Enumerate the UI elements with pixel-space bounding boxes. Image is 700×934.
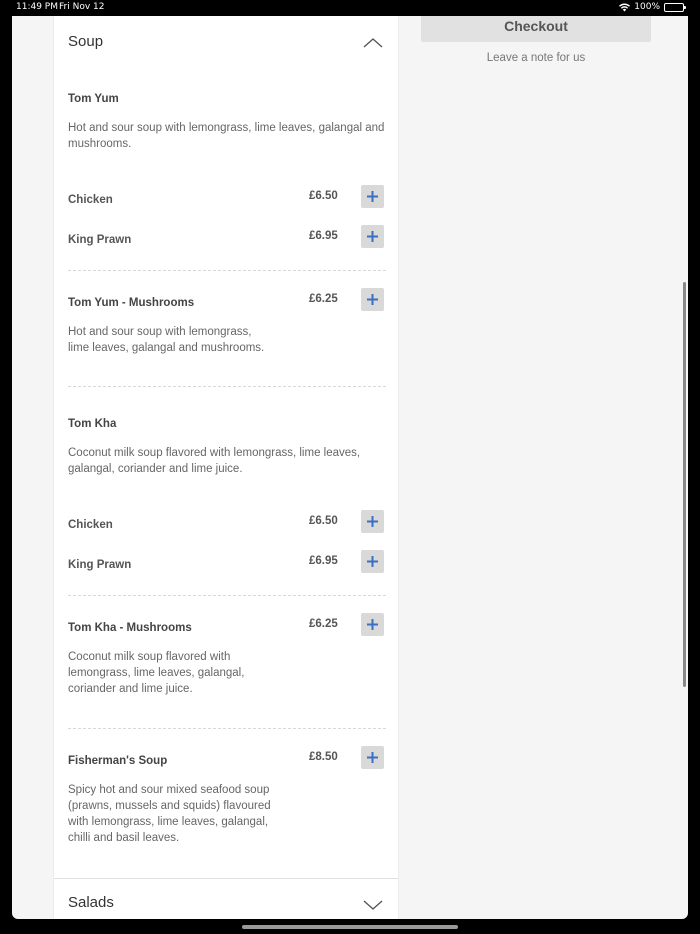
item-name: Tom Yum bbox=[68, 93, 119, 105]
add-button[interactable] bbox=[361, 185, 384, 208]
home-indicator[interactable] bbox=[242, 925, 458, 929]
status-date: Fri Nov 12 bbox=[59, 2, 105, 12]
add-button[interactable] bbox=[361, 225, 384, 248]
plus-icon bbox=[367, 191, 378, 202]
wifi-icon bbox=[619, 3, 631, 12]
item-price: £6.25 bbox=[309, 618, 338, 630]
variant-name: Chicken bbox=[68, 194, 113, 206]
soup-section-header[interactable]: Soup bbox=[54, 16, 398, 62]
variant-price: £6.50 bbox=[309, 190, 338, 202]
menu-panel: Soup Tom Yum Hot and sour soup with lemo… bbox=[53, 16, 399, 919]
scrollbar[interactable] bbox=[683, 282, 686, 687]
battery-icon bbox=[664, 2, 686, 12]
item-description: Hot and sour soup with lemongrass, lime … bbox=[68, 326, 265, 354]
checkout-button[interactable]: Checkout bbox=[421, 16, 651, 42]
plus-icon bbox=[367, 516, 378, 527]
chevron-down-icon[interactable] bbox=[362, 898, 384, 912]
app-screen: Checkout Leave a note for us Soup Tom Yu… bbox=[12, 16, 688, 919]
item-price: £6.25 bbox=[309, 293, 338, 305]
item-name: Tom Kha - Mushrooms bbox=[68, 622, 192, 634]
item-divider bbox=[68, 728, 386, 729]
item-description: Coconut milk soup flavored with lemongra… bbox=[68, 447, 361, 475]
status-bar: 11:49 PM Fri Nov 12 100% bbox=[0, 0, 700, 16]
variant-price: £6.95 bbox=[309, 555, 338, 567]
item-divider bbox=[68, 386, 386, 387]
status-time: 11:49 PM bbox=[16, 2, 58, 12]
item-name: Fisherman's Soup bbox=[68, 755, 168, 767]
leave-note-link[interactable]: Leave a note for us bbox=[421, 52, 651, 64]
salads-section-header[interactable]: Salads bbox=[54, 878, 398, 919]
item-divider bbox=[68, 595, 386, 596]
item-price: £8.50 bbox=[309, 751, 338, 763]
variant-name: King Prawn bbox=[68, 559, 132, 571]
item-name: Tom Yum - Mushrooms bbox=[68, 297, 195, 309]
item-description: Coconut milk soup flavored with lemongra… bbox=[68, 651, 245, 695]
variant-price: £6.95 bbox=[309, 230, 338, 242]
variant-name: King Prawn bbox=[68, 234, 132, 246]
item-description: Spicy hot and sour mixed seafood soup (p… bbox=[68, 784, 271, 844]
section-title-soup: Soup bbox=[68, 33, 104, 50]
chevron-up-icon[interactable] bbox=[362, 36, 384, 50]
plus-icon bbox=[367, 619, 378, 630]
section-title-salads: Salads bbox=[68, 894, 114, 911]
status-right: 100% bbox=[619, 2, 686, 12]
add-button[interactable] bbox=[361, 288, 384, 311]
plus-icon bbox=[367, 752, 378, 763]
add-button[interactable] bbox=[361, 510, 384, 533]
plus-icon bbox=[367, 231, 378, 242]
variant-name: Chicken bbox=[68, 519, 113, 531]
add-button[interactable] bbox=[361, 613, 384, 636]
variant-price: £6.50 bbox=[309, 515, 338, 527]
item-description: Hot and sour soup with lemongrass, lime … bbox=[68, 122, 385, 150]
plus-icon bbox=[367, 556, 378, 567]
item-name: Tom Kha bbox=[68, 418, 117, 430]
add-button[interactable] bbox=[361, 746, 384, 769]
add-button[interactable] bbox=[361, 550, 384, 573]
item-divider bbox=[68, 270, 386, 271]
plus-icon bbox=[367, 294, 378, 305]
battery-percent: 100% bbox=[634, 2, 660, 12]
